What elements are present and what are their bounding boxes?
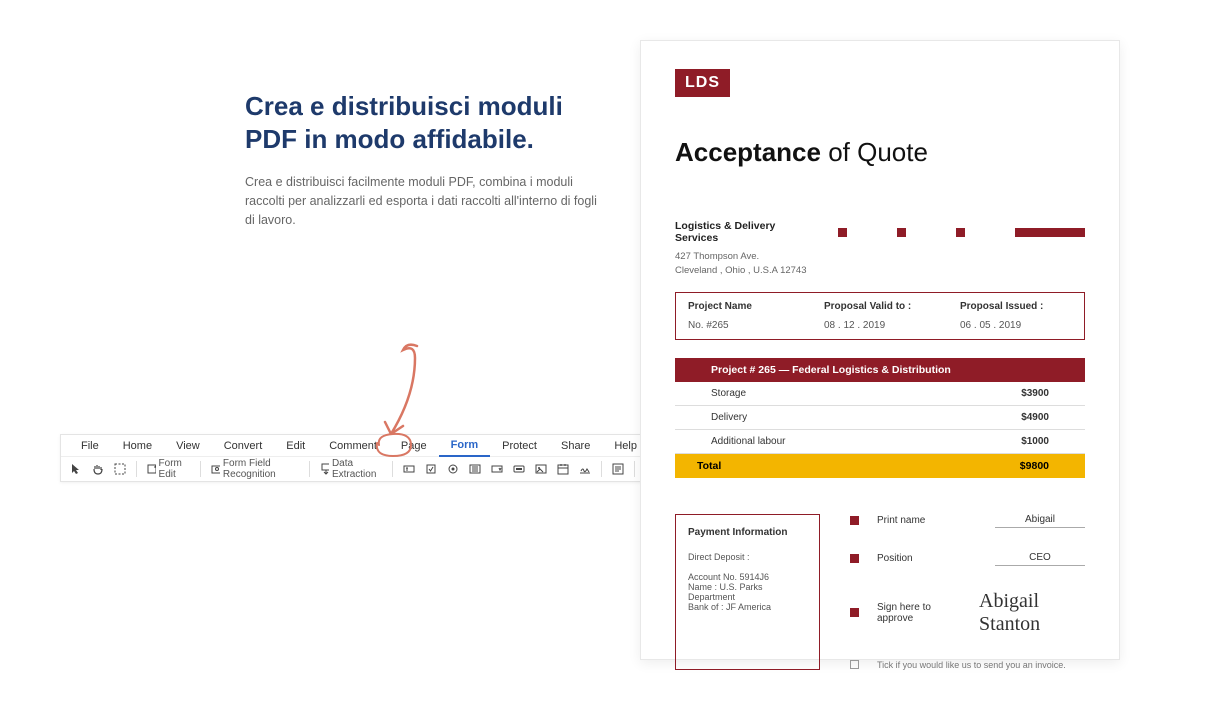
button-icon xyxy=(513,463,525,475)
combo-icon xyxy=(491,463,503,475)
doc-logo: LDS xyxy=(675,69,730,97)
decoration-square xyxy=(956,228,965,237)
menu-file[interactable]: File xyxy=(69,435,111,457)
signature-column: Print name Abigail Position CEO Sign her… xyxy=(850,514,1085,670)
properties-icon xyxy=(612,463,624,475)
separator xyxy=(634,461,635,477)
pointer-icon xyxy=(70,463,82,475)
tool-button-field[interactable] xyxy=(510,459,528,479)
company-address: 427 Thompson Ave. Cleveland , Ohio , U.S… xyxy=(675,250,1085,278)
tool-data-extraction[interactable]: Data Extraction xyxy=(317,459,385,479)
price-row: Additional labour$1000 xyxy=(675,430,1085,454)
print-name-label: Print name xyxy=(877,515,977,526)
tool-snapshot[interactable] xyxy=(111,459,129,479)
price-row: Delivery$4900 xyxy=(675,406,1085,430)
tick-text: Tick if you would like us to send you an… xyxy=(877,660,1066,670)
extraction-icon xyxy=(320,463,329,475)
tool-form-edit[interactable]: Form Edit xyxy=(144,459,194,479)
tool-radio[interactable] xyxy=(444,459,462,479)
project-name-value: No. #265 xyxy=(688,320,800,331)
position-value[interactable]: CEO xyxy=(995,552,1085,566)
payment-box: Payment Information Direct Deposit : Acc… xyxy=(675,514,820,670)
hand-icon xyxy=(92,463,104,475)
doc-title: Acceptance of Quote xyxy=(675,137,1085,168)
issued-label: Proposal Issued : xyxy=(960,301,1072,312)
doc-title-bold: Acceptance xyxy=(675,137,821,167)
marketing-headline: Crea e distribuisci moduli PDF in modo a… xyxy=(245,90,605,157)
valid-to-value: 08 . 12 . 2019 xyxy=(824,320,936,331)
image-icon xyxy=(535,463,547,475)
price-row: Storage$3900 xyxy=(675,382,1085,406)
marketing-subtext: Crea e distribuisci facilmente moduli PD… xyxy=(245,173,605,231)
decoration-square xyxy=(838,228,847,237)
info-box: Project Name No. #265 Proposal Valid to … xyxy=(675,292,1085,340)
issued-value: 06 . 05 . 2019 xyxy=(960,320,1072,331)
price-total: Total$9800 xyxy=(675,454,1085,478)
snapshot-icon xyxy=(114,463,126,475)
price-table-header: Project # 265 — Federal Logistics & Dist… xyxy=(675,358,1085,382)
checkbox-icon xyxy=(425,463,437,475)
text-field-icon xyxy=(403,463,415,475)
menu-page[interactable]: Page xyxy=(389,435,439,457)
radio-icon xyxy=(447,463,459,475)
menu-view[interactable]: View xyxy=(164,435,212,457)
form-edit-icon xyxy=(147,463,156,475)
recognition-icon xyxy=(211,463,220,475)
tool-label: Form Edit xyxy=(159,458,191,480)
decoration-square xyxy=(850,516,859,525)
tool-hand[interactable] xyxy=(89,459,107,479)
valid-to-label: Proposal Valid to : xyxy=(824,301,936,312)
decoration-square xyxy=(850,554,859,563)
list-icon xyxy=(469,463,481,475)
payment-heading: Payment Information xyxy=(688,527,807,538)
menu-comment[interactable]: Comment xyxy=(317,435,389,457)
signature-icon xyxy=(579,463,591,475)
doc-title-rest: of Quote xyxy=(821,137,928,167)
company-band: Logistics & Delivery Services xyxy=(675,220,1085,244)
tool-form-properties[interactable] xyxy=(609,459,627,479)
tool-combobox[interactable] xyxy=(488,459,506,479)
separator xyxy=(200,461,201,477)
tool-checkbox[interactable] xyxy=(422,459,440,479)
print-name-value[interactable]: Abigail xyxy=(995,514,1085,528)
separator xyxy=(601,461,602,477)
price-table: Project # 265 — Federal Logistics & Dist… xyxy=(675,358,1085,478)
project-name-label: Project Name xyxy=(688,301,800,312)
invoice-checkbox[interactable] xyxy=(850,660,859,669)
decoration-bar xyxy=(1015,228,1085,237)
separator xyxy=(392,461,393,477)
separator xyxy=(309,461,310,477)
document-preview: LDS Acceptance of Quote Logistics & Deli… xyxy=(640,40,1120,660)
tool-listbox[interactable] xyxy=(466,459,484,479)
sign-label: Sign here to approve xyxy=(877,602,961,624)
menu-edit[interactable]: Edit xyxy=(274,435,317,457)
menu-form[interactable]: Form xyxy=(439,435,491,457)
menu-share[interactable]: Share xyxy=(549,435,602,457)
tool-select[interactable] xyxy=(67,459,85,479)
company-name: Logistics & Delivery Services xyxy=(675,220,788,244)
tool-signature-field[interactable] xyxy=(576,459,594,479)
date-icon xyxy=(557,463,569,475)
separator xyxy=(136,461,137,477)
menu-convert[interactable]: Convert xyxy=(212,435,275,457)
signature-value[interactable]: Abigail Stanton xyxy=(979,590,1085,636)
decoration-square xyxy=(850,608,859,617)
tool-image-field[interactable] xyxy=(532,459,550,479)
tool-date-field[interactable] xyxy=(554,459,572,479)
tool-text-field[interactable] xyxy=(400,459,418,479)
position-label: Position xyxy=(877,553,977,564)
tool-label: Form Field Recognition xyxy=(223,458,299,480)
decoration-square xyxy=(897,228,906,237)
menu-home[interactable]: Home xyxy=(111,435,164,457)
tool-label: Data Extraction xyxy=(332,458,382,480)
tool-field-recognition[interactable]: Form Field Recognition xyxy=(208,459,302,479)
menu-protect[interactable]: Protect xyxy=(490,435,549,457)
